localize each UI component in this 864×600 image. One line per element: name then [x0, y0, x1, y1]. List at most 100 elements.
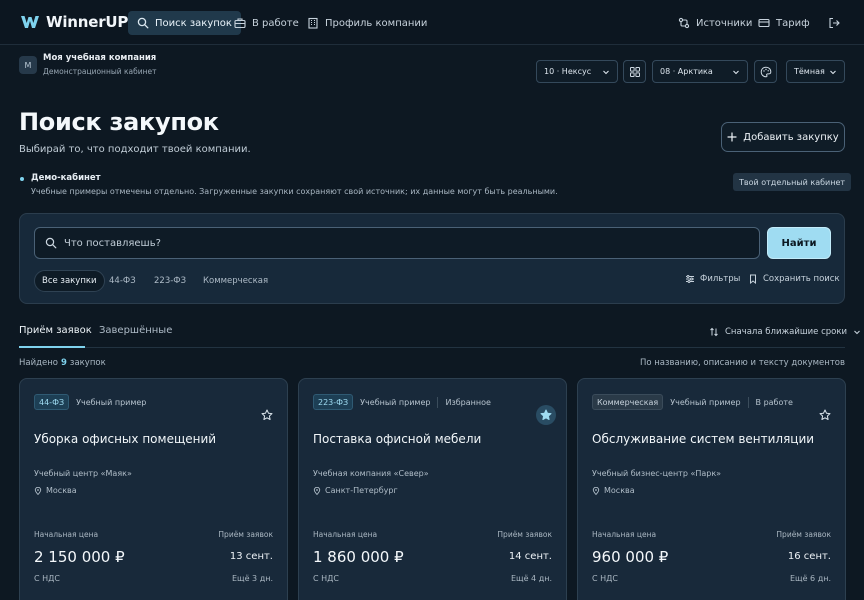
nav-company-profile-label: Профиль компании: [325, 17, 428, 29]
nav-tariff-label: Тариф: [776, 17, 810, 29]
days-left: Ещё 4 дн.: [511, 574, 552, 583]
card-location: Санкт-Петербург: [313, 486, 398, 495]
city-name: Москва: [604, 486, 635, 495]
purchase-card[interactable]: 44-ФЗ Учебный пример Уборка офисных помещ…: [19, 378, 288, 600]
logo[interactable]: WinnerUP: [20, 12, 128, 32]
chevron-down-icon: [603, 70, 609, 74]
nav-sources[interactable]: Источники: [669, 11, 761, 35]
deadline-date: 14 сент.: [508, 551, 552, 562]
card-tags: 223-ФЗ Учебный пример Избранное: [313, 394, 491, 410]
vat-note: С НДС: [592, 574, 618, 583]
price-label: Начальная цена: [34, 530, 99, 539]
nav-in-work[interactable]: В работе: [225, 11, 308, 35]
tab-all-purchases[interactable]: Все закупки: [34, 270, 105, 292]
find-button[interactable]: Найти: [767, 227, 831, 259]
active-tab-indicator: [19, 346, 85, 348]
customer-name: Учебный центр «Маяк»: [34, 469, 132, 478]
briefcase-icon: [234, 18, 246, 29]
filters-button[interactable]: Фильтры: [685, 274, 740, 284]
sources-icon: [678, 17, 690, 29]
customer-name: Учебная компания «Север»: [313, 469, 429, 478]
initial-price: 1 860 000 ₽: [313, 548, 404, 566]
star-icon: [540, 409, 552, 420]
demo-title: Демо-кабинет: [31, 173, 101, 183]
search-input[interactable]: [64, 237, 714, 249]
favorite-button[interactable]: [257, 405, 277, 425]
nav-company-profile[interactable]: Профиль компании: [298, 11, 436, 35]
nav-search[interactable]: Поиск закупок: [128, 11, 241, 35]
nav-tariff[interactable]: Тариф: [749, 11, 819, 35]
nav-in-work-label: В работе: [252, 17, 299, 29]
star-icon: [261, 409, 273, 420]
tab-accepting-bids[interactable]: Приём заявок: [19, 325, 92, 336]
purchase-card[interactable]: 223-ФЗ Учебный пример Избранное Поставка о…: [298, 378, 567, 600]
found-prefix: Найдено: [19, 358, 58, 368]
grid-view-button[interactable]: [623, 60, 646, 83]
own-cabinet-badge[interactable]: Твой отдельный кабинет: [733, 173, 852, 191]
demo-indicator: [20, 177, 24, 181]
card-tag: Учебный пример: [670, 397, 741, 407]
chevron-down-icon: [733, 70, 739, 74]
vat-note: С НДС: [313, 574, 339, 583]
top-bar: WinnerUP Поиск закупок В работе Профиль …: [0, 0, 864, 45]
price-label: Начальная цена: [592, 530, 657, 539]
results-count: Найдено 9 закупок: [19, 358, 106, 368]
add-purchase-label: Добавить закупку: [743, 131, 839, 143]
filters-icon: [686, 275, 694, 283]
card-icon: [758, 18, 770, 28]
card-title[interactable]: Уборка офисных помещений: [34, 432, 216, 446]
palette-button[interactable]: [754, 60, 777, 83]
card-tags: 44-ФЗ Учебный пример: [34, 394, 146, 410]
nav-sources-label: Источники: [696, 17, 753, 29]
card-location: Москва: [34, 486, 77, 495]
tab-completed[interactable]: Завершённые: [99, 325, 172, 336]
star-icon: [819, 409, 831, 420]
found-suffix: закупок: [69, 358, 106, 368]
tab-commercial[interactable]: Коммерческая: [196, 270, 275, 292]
card-tag: Учебный пример: [360, 397, 431, 407]
org-select[interactable]: 08 · Арктика: [652, 60, 748, 83]
sort-label: Сначала ближайшие сроки: [725, 327, 848, 337]
favorite-button[interactable]: [815, 405, 835, 425]
search-field[interactable]: [34, 227, 760, 259]
tab-44fz[interactable]: 44-ФЗ: [102, 270, 143, 292]
company-avatar[interactable]: М: [19, 56, 37, 74]
location-pin-icon: [313, 486, 321, 495]
chevron-down-icon: [854, 330, 860, 335]
w-logo-icon: [21, 16, 39, 28]
card-title[interactable]: Обслуживание систем вентиляции: [592, 432, 814, 446]
logout-button[interactable]: [819, 11, 849, 35]
card-tags: Коммерческая Учебный пример В работе: [592, 394, 793, 410]
search-icon: [137, 17, 149, 29]
save-search-label: Сохранить поиск: [763, 274, 840, 284]
search-icon: [45, 237, 57, 249]
law-badge: 223-ФЗ: [313, 394, 354, 410]
vat-note: С НДС: [34, 574, 60, 583]
save-search-button[interactable]: Сохранить поиск: [748, 274, 840, 284]
favorite-button[interactable]: [536, 405, 556, 425]
deadline-label: Приём заявок: [497, 530, 552, 539]
tab-223fz[interactable]: 223-ФЗ: [147, 270, 193, 292]
add-purchase-button[interactable]: Добавить закупку: [721, 122, 845, 152]
card-tag: Избранное: [445, 397, 491, 407]
theme-select[interactable]: Тёмная: [786, 60, 845, 83]
law-badge: Коммерческая: [592, 394, 664, 410]
deadline-date: 13 сент.: [229, 551, 273, 562]
sort-select[interactable]: Сначала ближайшие сроки: [709, 327, 861, 337]
card-tag: В работе: [755, 397, 793, 407]
card-title[interactable]: Поставка офисной мебели: [313, 432, 481, 446]
profile-select-value: 10 · Нексус: [544, 67, 592, 76]
logout-icon: [829, 17, 840, 29]
palette-icon: [760, 66, 771, 77]
customer-name: Учебный бизнес-центр «Парк»: [592, 469, 722, 478]
building-icon: [308, 17, 318, 29]
days-left: Ещё 6 дн.: [790, 574, 831, 583]
profile-select[interactable]: 10 · Нексус: [536, 60, 618, 83]
initial-price: 960 000 ₽: [592, 548, 669, 566]
plus-icon: [727, 132, 737, 142]
law-badge: 44-ФЗ: [34, 394, 70, 410]
city-name: Санкт-Петербург: [325, 486, 398, 495]
card-tag: Учебный пример: [76, 397, 147, 407]
filters-label: Фильтры: [700, 274, 741, 284]
purchase-card[interactable]: Коммерческая Учебный пример В работе Обслу…: [577, 378, 846, 600]
